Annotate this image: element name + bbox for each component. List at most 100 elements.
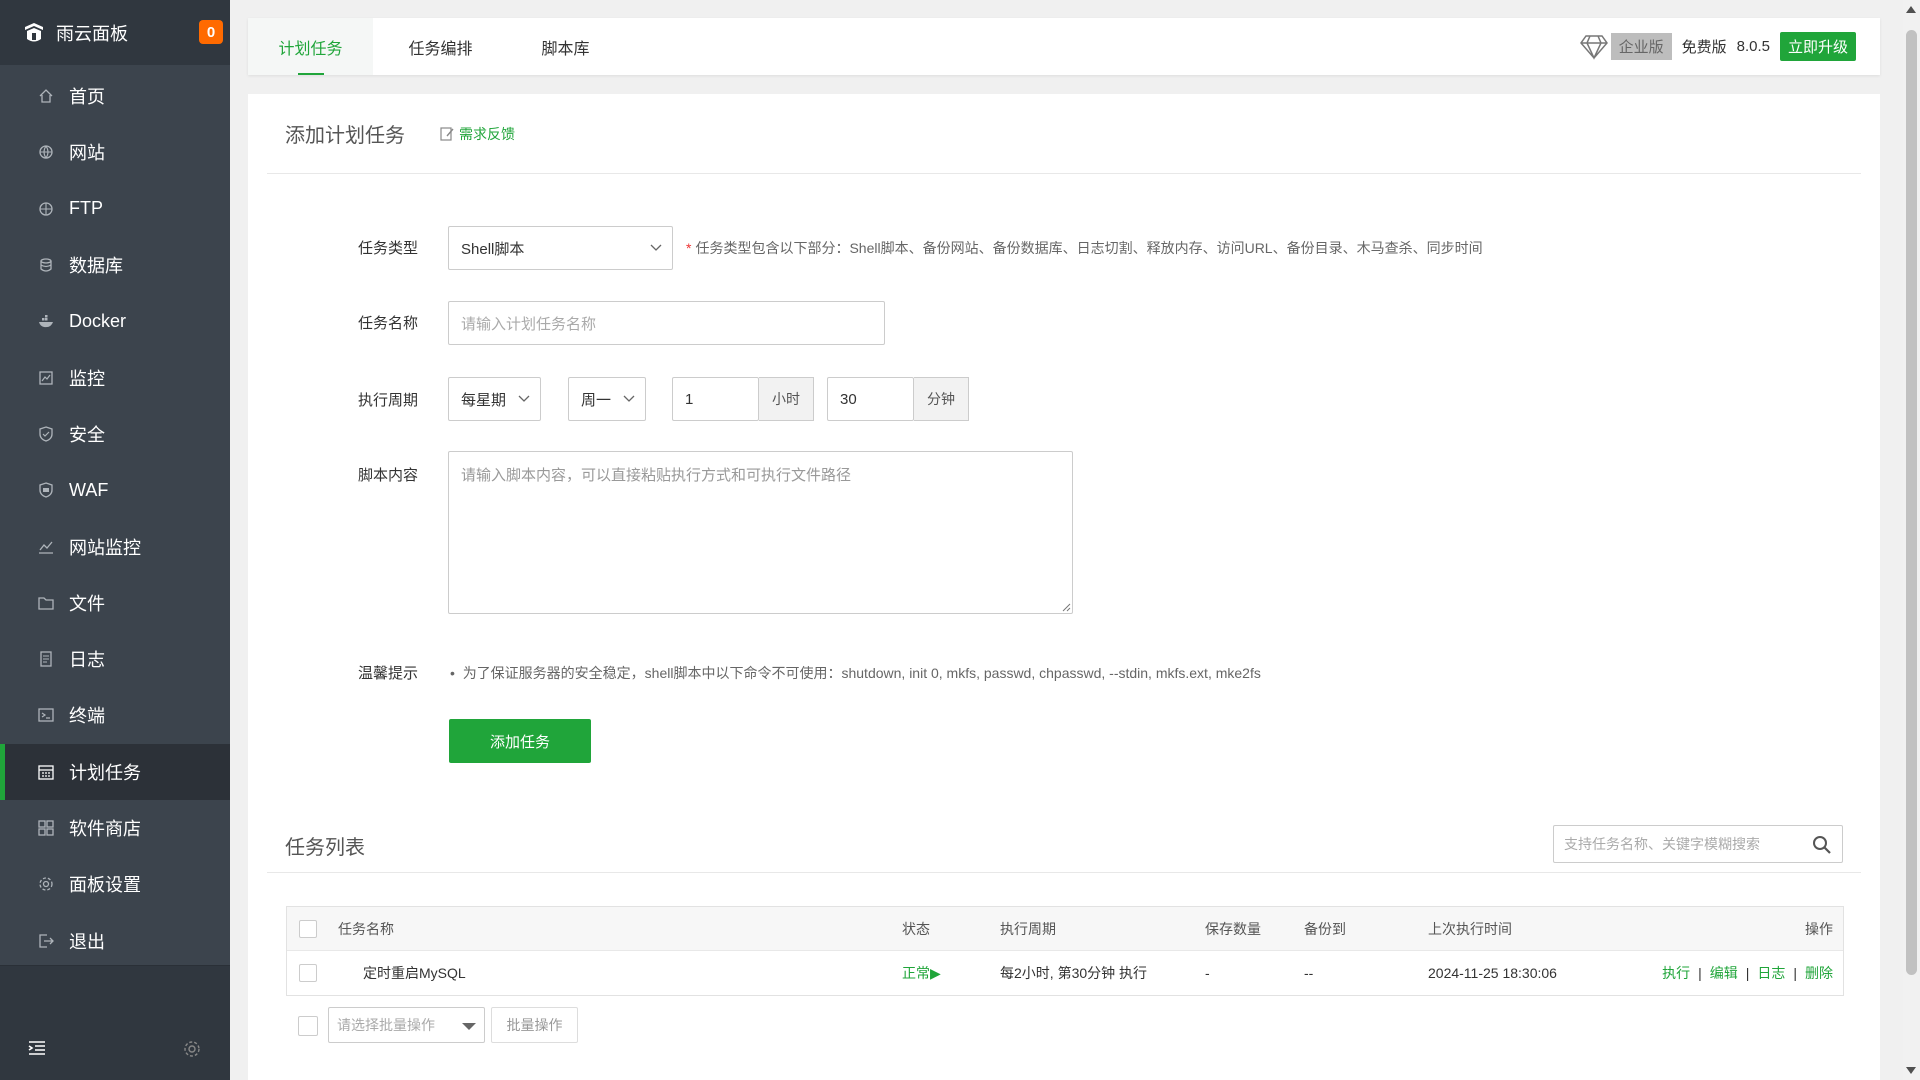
- tip-text: • 为了保证服务器的安全稳定，shell脚本中以下命令不可使用：shutdown…: [450, 665, 1261, 681]
- sidebar-item-label: WAF: [69, 479, 109, 500]
- separator: |: [1698, 965, 1702, 981]
- table-row: 定时重启MySQL 正常▶ 每2小时, 第30分钟 执行 - -- 2024-1…: [287, 951, 1843, 995]
- sidebar-item-database[interactable]: 数据库: [0, 237, 230, 293]
- collapse-menu-icon[interactable]: [27, 1038, 47, 1058]
- scroll-thumb[interactable]: [1906, 30, 1917, 975]
- sidebar-item-store[interactable]: 软件商店: [0, 800, 230, 856]
- row-status[interactable]: 正常▶: [902, 951, 941, 995]
- scrollbar[interactable]: [1903, 0, 1920, 1080]
- col-keep: 保存数量: [1205, 921, 1261, 937]
- edition-label: 免费版: [1681, 39, 1727, 56]
- row-ops: 执行 | 编辑 | 日志 | 删除: [1662, 951, 1833, 995]
- col-backup: 备份到: [1304, 921, 1346, 937]
- sidebar-item-ftp[interactable]: FTP: [0, 181, 230, 237]
- col-name: 任务名称: [338, 921, 394, 937]
- delete-link[interactable]: 删除: [1805, 963, 1833, 983]
- table-header-row: 任务名称 状态 执行周期 保存数量 备份到 上次执行时间 操作: [287, 907, 1843, 951]
- minute-input[interactable]: 30: [827, 377, 914, 421]
- tip-label: 温馨提示: [358, 665, 419, 682]
- resize-handle-icon[interactable]: [1061, 602, 1071, 612]
- folder-icon: [37, 594, 55, 612]
- add-task-title: 添加计划任务: [285, 125, 405, 147]
- row-last-run: 2024-11-25 18:30:06: [1428, 965, 1557, 981]
- hour-unit: 小时: [759, 377, 814, 421]
- task-type-hint-text: 任务类型包含以下部分：Shell脚本、备份网站、备份数据库、日志切割、释放内存、…: [695, 240, 1483, 256]
- task-type-select[interactable]: Shell脚本: [448, 226, 673, 270]
- col-cycle: 执行周期: [1000, 921, 1056, 937]
- script-textarea[interactable]: 请输入脚本内容，可以直接粘贴执行方式和可执行文件路径: [448, 451, 1073, 614]
- batch-operation-button[interactable]: 批量操作: [491, 1007, 578, 1043]
- edit-link[interactable]: 编辑: [1710, 963, 1738, 983]
- scroll-down-icon[interactable]: [1906, 1067, 1916, 1074]
- search-input[interactable]: 支持任务名称、关键字模糊搜索: [1553, 825, 1843, 863]
- sidebar-item-label: 日志: [69, 650, 105, 671]
- col-status: 状态: [902, 921, 930, 937]
- col-ops: 操作: [1805, 921, 1833, 937]
- cycle-type-select[interactable]: 每星期: [448, 377, 541, 421]
- cycle-day-select[interactable]: 周一: [568, 377, 646, 421]
- sidebar-item-settings[interactable]: 面板设置: [0, 856, 230, 912]
- sidebar-item-cron[interactable]: 计划任务: [0, 743, 230, 801]
- settings-icon[interactable]: [183, 1040, 201, 1058]
- caret-down-icon: [462, 1023, 476, 1030]
- search-icon[interactable]: [1812, 835, 1832, 855]
- sidebar-item-label: FTP: [69, 198, 103, 219]
- tab-orchestration[interactable]: 任务编排: [373, 18, 508, 75]
- cycle-type-value: 每星期: [461, 391, 507, 409]
- sidebar-item-security[interactable]: 安全: [0, 406, 230, 462]
- version-label[interactable]: 8.0.5: [1737, 38, 1770, 55]
- waf-icon: [37, 481, 55, 499]
- enterprise-badge[interactable]: 企业版: [1610, 33, 1672, 60]
- feedback-label: 需求反馈: [459, 125, 515, 142]
- sidebar-item-label: 网站监控: [69, 537, 141, 558]
- sidebar-item-label: 退出: [69, 931, 105, 952]
- task-type-value: Shell脚本: [461, 240, 525, 258]
- monitor-icon: [37, 369, 55, 387]
- sidebar-item-monitor[interactable]: 监控: [0, 349, 230, 405]
- version-area: 企业版 免费版 8.0.5 立即升级: [1579, 18, 1856, 75]
- sidebar: 雨云面板 0 首页 网站 FTP 数据库 Docker 监控 安全 WAF 网站…: [0, 0, 230, 1080]
- sidebar-item-terminal[interactable]: 终端: [0, 687, 230, 743]
- cycle-day-value: 周一: [581, 391, 612, 409]
- task-type-label: 任务类型: [358, 240, 419, 257]
- log-link[interactable]: 日志: [1757, 963, 1785, 983]
- task-table: 任务名称 状态 执行周期 保存数量 备份到 上次执行时间 操作 定时重启MySQ…: [286, 906, 1844, 996]
- sidebar-item-label: 数据库: [69, 256, 123, 277]
- gear-icon: [37, 875, 55, 893]
- tab-cron[interactable]: 计划任务: [248, 18, 373, 75]
- run-link[interactable]: 执行: [1662, 963, 1690, 983]
- add-task-button[interactable]: 添加任务: [449, 719, 591, 763]
- separator: |: [1793, 965, 1797, 981]
- batch-operation-select[interactable]: 请选择批量操作: [328, 1007, 485, 1043]
- hour-input[interactable]: 1: [672, 377, 759, 421]
- shield-icon: [37, 425, 55, 443]
- sidebar-item-site-monitor[interactable]: 网站监控: [0, 518, 230, 574]
- tab-script-library[interactable]: 脚本库: [508, 18, 623, 75]
- sidebar-item-logs[interactable]: 日志: [0, 631, 230, 687]
- add-task-header: 添加计划任务 需求反馈: [267, 94, 1861, 174]
- globe-icon: [37, 143, 55, 161]
- feedback-link[interactable]: 需求反馈: [439, 124, 515, 144]
- sidebar-item-label: 面板设置: [69, 875, 141, 896]
- sidebar-item-waf[interactable]: WAF: [0, 462, 230, 518]
- notification-badge[interactable]: 0: [199, 20, 223, 44]
- search-placeholder: 支持任务名称、关键字模糊搜索: [1564, 836, 1760, 852]
- row-checkbox[interactable]: [299, 964, 317, 982]
- sidebar-item-label: Docker: [69, 310, 127, 331]
- upgrade-button[interactable]: 立即升级: [1779, 32, 1856, 61]
- sidebar-item-logout[interactable]: 退出: [0, 912, 230, 968]
- tip-text-content: 为了保证服务器的安全稳定，shell脚本中以下命令不可使用：shutdown, …: [462, 665, 1261, 681]
- select-all-checkbox[interactable]: [299, 920, 317, 938]
- scroll-up-icon[interactable]: [1906, 6, 1916, 13]
- main-panel: 添加计划任务 需求反馈 任务类型 Shell脚本 * 任务类型包含以下部分：She…: [248, 94, 1880, 1080]
- sidebar-item-files[interactable]: 文件: [0, 575, 230, 631]
- sidebar-header: 雨云面板: [0, 0, 230, 65]
- batch-select-checkbox[interactable]: [298, 1016, 318, 1036]
- sidebar-item-docker[interactable]: Docker: [0, 293, 230, 349]
- sidebar-item-site[interactable]: 网站: [0, 124, 230, 180]
- log-icon: [37, 650, 55, 668]
- task-name-input[interactable]: 请输入计划任务名称: [448, 301, 885, 345]
- row-keep: -: [1205, 965, 1210, 981]
- minute-unit: 分钟: [914, 377, 969, 421]
- sidebar-item-home[interactable]: 首页: [0, 68, 230, 124]
